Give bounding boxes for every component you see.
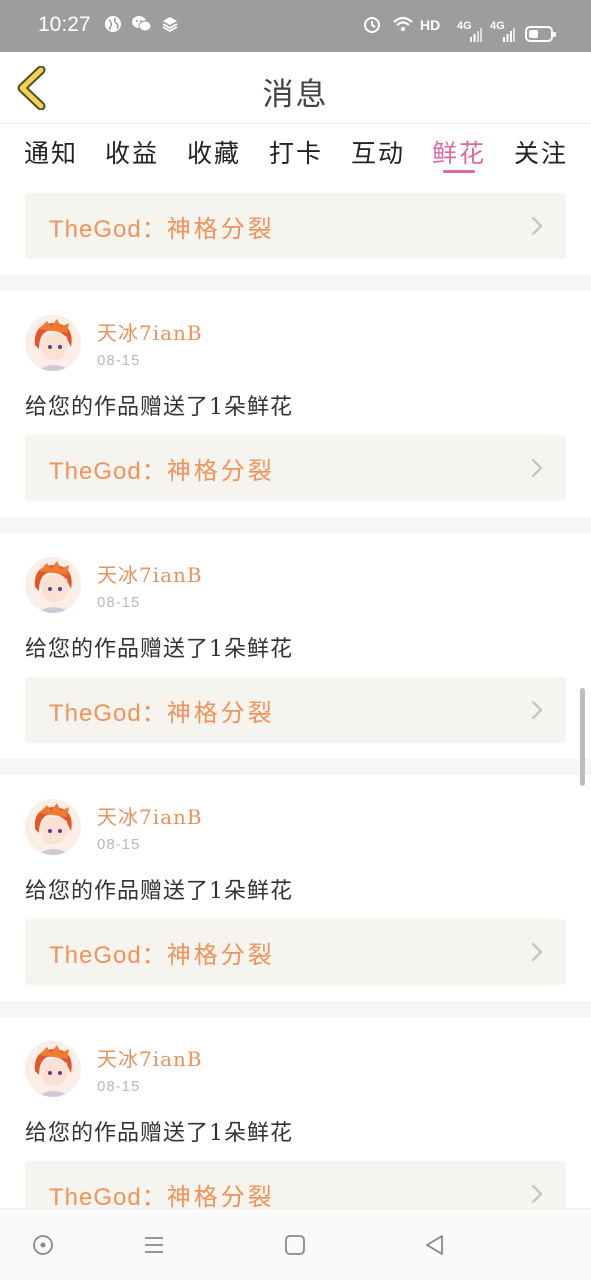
work-name: 神格分裂	[166, 1183, 275, 1208]
chevron-right-icon	[531, 700, 543, 720]
system-nav-bar	[0, 1208, 591, 1280]
avatar[interactable]	[25, 557, 81, 613]
work-title: TheGod：神格分裂	[49, 451, 275, 486]
layers-icon	[160, 14, 180, 39]
battery-icon	[525, 26, 556, 42]
notification-card: TheGod：神格分裂	[0, 178, 591, 275]
triangle-back-icon[interactable]	[423, 1233, 447, 1257]
work-title: TheGod：神格分裂	[49, 209, 275, 244]
scrollbar[interactable]	[580, 688, 585, 786]
avatar[interactable]	[25, 1041, 81, 1097]
wifi-icon	[392, 14, 414, 39]
notification-card: 天冰7ianB 08-15 给您的作品赠送了1朵鲜花 TheGod：神格分裂	[0, 533, 591, 759]
username[interactable]: 天冰7ianB	[97, 317, 203, 346]
avatar[interactable]	[25, 315, 81, 371]
active-tab-indicator	[443, 170, 475, 173]
work-link[interactable]: TheGod：神格分裂	[25, 1161, 566, 1208]
chevron-right-icon	[531, 1184, 543, 1204]
work-title: TheGod：神格分裂	[49, 1177, 275, 1208]
username[interactable]: 天冰7ianB	[97, 801, 203, 830]
signal-icon	[470, 27, 482, 48]
alarm-icon	[362, 14, 382, 39]
tab-follow[interactable]: 关注	[506, 134, 576, 170]
wechat-icon	[131, 14, 153, 39]
hd-indicator: HD	[420, 17, 441, 33]
header: 消息	[0, 52, 591, 124]
work-title: TheGod：神格分裂	[49, 935, 275, 970]
tab-checkin[interactable]: 打卡	[261, 134, 331, 170]
divider	[0, 517, 591, 533]
work-prefix: TheGod：	[49, 216, 167, 243]
globe-icon	[103, 14, 123, 39]
notification-card: 天冰7ianB 08-15 给您的作品赠送了1朵鲜花 TheGod：神格分裂	[0, 775, 591, 1001]
square-icon[interactable]	[283, 1233, 307, 1257]
date: 08-15	[97, 594, 141, 611]
work-prefix: TheGod：	[49, 1184, 167, 1208]
status-time: 10:27	[38, 13, 91, 36]
date: 08-15	[97, 352, 141, 369]
work-title: TheGod：神格分裂	[49, 693, 275, 728]
message-text: 给您的作品赠送了1朵鲜花	[25, 637, 293, 662]
divider	[0, 1001, 591, 1017]
divider	[0, 759, 591, 775]
circle-dot-icon[interactable]	[31, 1233, 55, 1257]
chevron-right-icon	[531, 942, 543, 962]
notification-card: 天冰7ianB 08-15 给您的作品赠送了1朵鲜花 TheGod：神格分裂	[0, 291, 591, 517]
work-link[interactable]: TheGod：神格分裂	[25, 435, 566, 501]
tab-notice[interactable]: 通知	[16, 134, 86, 170]
work-prefix: TheGod：	[49, 942, 167, 969]
page-title: 消息	[262, 77, 329, 113]
username[interactable]: 天冰7ianB	[97, 1043, 203, 1072]
tab-bar: 通知 收益 收藏 打卡 互动 鲜花 关注	[0, 125, 591, 178]
chevron-right-icon	[531, 458, 543, 478]
divider	[0, 275, 591, 291]
tab-flowers[interactable]: 鲜花	[424, 134, 494, 170]
menu-icon[interactable]	[142, 1233, 166, 1257]
status-bar: 10:27 HD 4G 4G	[0, 0, 591, 52]
work-link[interactable]: TheGod：神格分裂	[25, 193, 566, 259]
work-name: 神格分裂	[166, 941, 275, 969]
work-name: 神格分裂	[166, 215, 275, 243]
message-text: 给您的作品赠送了1朵鲜花	[25, 879, 293, 904]
chevron-right-icon	[531, 216, 543, 236]
date: 08-15	[97, 1078, 141, 1095]
message-text: 给您的作品赠送了1朵鲜花	[25, 395, 293, 420]
signal-icon-2	[503, 27, 515, 48]
tab-interaction[interactable]: 互动	[343, 134, 413, 170]
date: 08-15	[97, 836, 141, 853]
notification-card: 天冰7ianB 08-15 给您的作品赠送了1朵鲜花 TheGod：神格分裂	[0, 1017, 591, 1208]
notification-feed[interactable]: TheGod：神格分裂 天冰7ianB 08-15 给您的作品赠送了1朵鲜花 T…	[0, 178, 591, 1208]
tab-favorites[interactable]: 收藏	[179, 134, 249, 170]
avatar[interactable]	[25, 799, 81, 855]
work-prefix: TheGod：	[49, 700, 167, 727]
work-prefix: TheGod：	[49, 458, 167, 485]
message-text: 给您的作品赠送了1朵鲜花	[25, 1121, 293, 1146]
tab-earnings[interactable]: 收益	[97, 134, 167, 170]
username[interactable]: 天冰7ianB	[97, 559, 203, 588]
work-link[interactable]: TheGod：神格分裂	[25, 677, 566, 743]
work-link[interactable]: TheGod：神格分裂	[25, 919, 566, 985]
work-name: 神格分裂	[166, 457, 275, 485]
work-name: 神格分裂	[166, 699, 275, 727]
